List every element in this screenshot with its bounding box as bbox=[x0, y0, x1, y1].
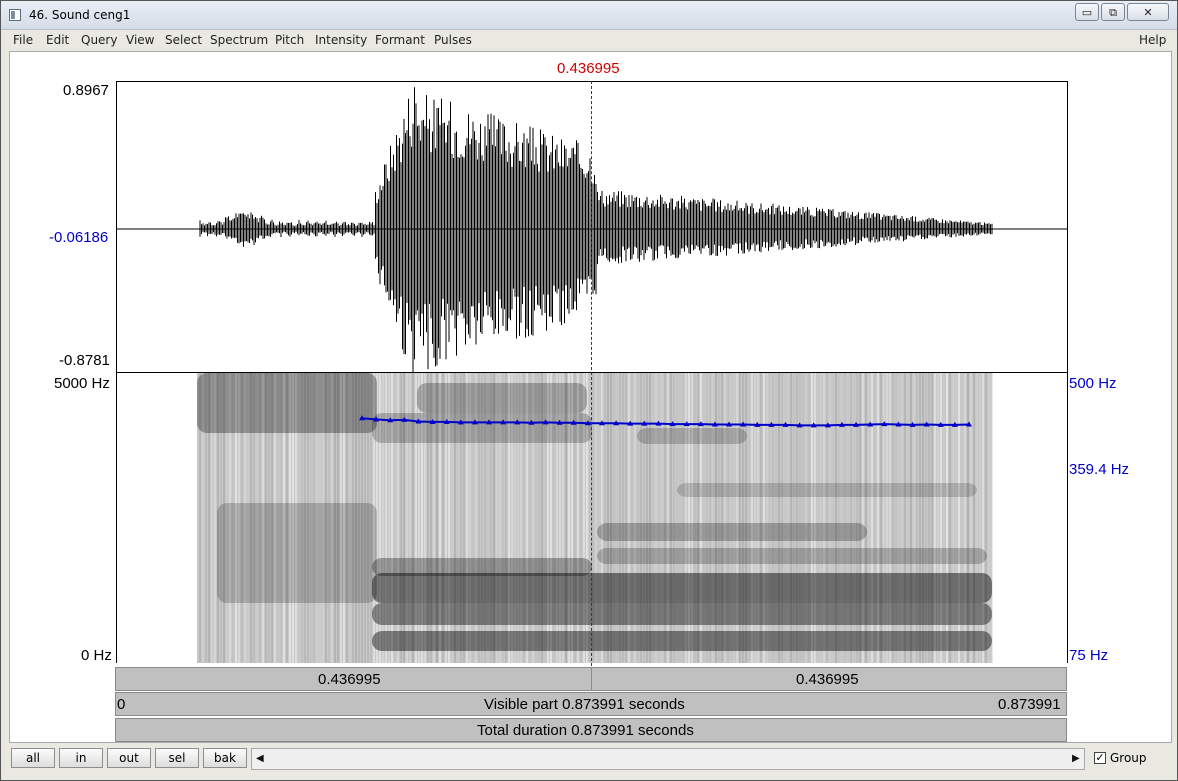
selection-bar[interactable]: 0.436995 0.436995 bbox=[115, 667, 1067, 691]
left-part-duration[interactable]: 0.436995 bbox=[318, 671, 381, 688]
menu-edit[interactable]: Edit bbox=[46, 33, 69, 47]
total-duration-bar[interactable]: Total duration 0.873991 seconds bbox=[115, 718, 1067, 742]
spectrogram-freq-min-label: 0 Hz bbox=[81, 647, 112, 664]
menu-intensity[interactable]: Intensity bbox=[315, 33, 367, 47]
bottom-toolbar: all in out sel bak ◀ ▶ ✓ Group bbox=[9, 745, 1170, 773]
window-controls: ▭ ⧉ ✕ bbox=[1075, 3, 1169, 21]
pitch-min-label: 75 Hz bbox=[1069, 647, 1109, 664]
zoom-selection-button[interactable]: sel bbox=[155, 748, 199, 768]
zoom-in-button[interactable]: in bbox=[59, 748, 103, 768]
cursor-time-label: 0.436995 bbox=[557, 60, 620, 77]
right-part-duration[interactable]: 0.436995 bbox=[796, 671, 859, 688]
scroll-right-icon[interactable]: ▶ bbox=[1072, 753, 1080, 764]
zoom-out-button[interactable]: out bbox=[107, 748, 151, 768]
pitch-max-label: 500 Hz bbox=[1069, 375, 1117, 392]
total-duration-label[interactable]: Total duration 0.873991 seconds bbox=[477, 722, 694, 739]
group-label: Group bbox=[1110, 751, 1147, 765]
menu-select[interactable]: Select bbox=[165, 33, 202, 47]
visible-start-time: 0 bbox=[117, 696, 126, 713]
waveform-ymax-label: 0.8967 bbox=[63, 82, 109, 99]
waveform-signal bbox=[199, 87, 993, 385]
horizontal-scrollbar[interactable]: ◀ ▶ bbox=[251, 748, 1085, 770]
waveform-trace bbox=[199, 87, 993, 385]
minimize-button[interactable]: ▭ bbox=[1075, 3, 1099, 21]
menu-help[interactable]: Help bbox=[1139, 33, 1166, 47]
visible-part-label[interactable]: Visible part 0.873991 seconds bbox=[484, 696, 685, 713]
title-bar: 46. Sound ceng1 ▭ ⧉ ✕ bbox=[1, 1, 1177, 30]
menu-pulses[interactable]: Pulses bbox=[434, 33, 472, 47]
window-title: 46. Sound ceng1 bbox=[29, 8, 131, 22]
menu-pitch[interactable]: Pitch bbox=[275, 33, 304, 47]
sound-editor-window: 46. Sound ceng1 ▭ ⧉ ✕ File Edit Query Vi… bbox=[0, 0, 1178, 781]
scroll-left-icon[interactable]: ◀ bbox=[256, 753, 264, 764]
zoom-all-button[interactable]: all bbox=[11, 748, 55, 768]
visible-end-time: 0.873991 bbox=[998, 696, 1061, 713]
menu-query[interactable]: Query bbox=[81, 33, 117, 47]
waveform-ymin-label: -0.8781 bbox=[59, 352, 110, 369]
waveform-ymid-label: -0.06186 bbox=[49, 229, 109, 246]
maximize-button[interactable]: ⧉ bbox=[1101, 3, 1125, 21]
zoom-back-button[interactable]: bak bbox=[203, 748, 247, 768]
close-button[interactable]: ✕ bbox=[1127, 3, 1169, 21]
spectrogram-freq-max-label: 5000 Hz bbox=[54, 375, 110, 392]
visible-part-bar[interactable]: 0 Visible part 0.873991 seconds 0.873991 bbox=[115, 692, 1067, 716]
app-window-icon bbox=[9, 9, 21, 21]
menu-formant[interactable]: Formant bbox=[375, 33, 425, 47]
menu-bar: File Edit Query View Select Spectrum Pit… bbox=[1, 30, 1177, 51]
menu-file[interactable]: File bbox=[13, 33, 33, 47]
cursor-line bbox=[591, 81, 593, 666]
menu-view[interactable]: View bbox=[126, 33, 154, 47]
pitch-value-label: 359.4 Hz bbox=[1069, 461, 1130, 478]
group-checkbox[interactable]: ✓ bbox=[1094, 752, 1106, 764]
menu-spectrum[interactable]: Spectrum bbox=[210, 33, 268, 47]
